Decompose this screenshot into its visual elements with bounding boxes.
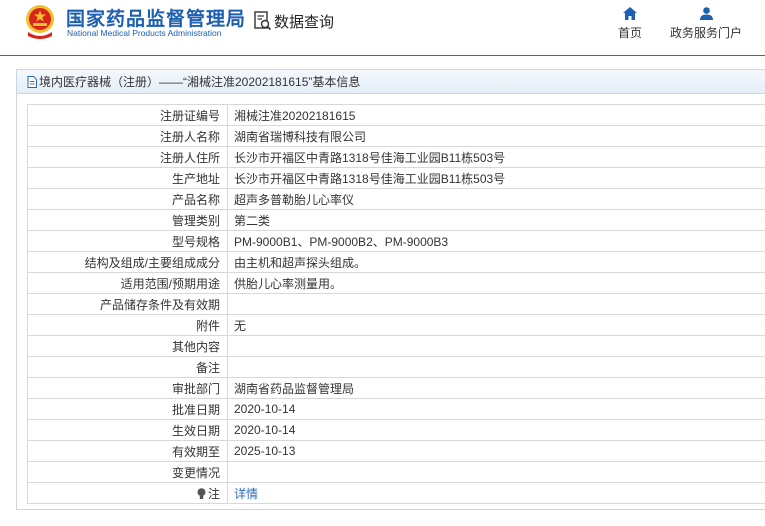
row-label: 审批部门	[27, 377, 228, 399]
row-value: PM-9000B1、PM-9000B2、PM-9000B3	[227, 230, 765, 252]
table-row: 审批部门 湖南省药品监督管理局	[27, 377, 765, 399]
row-value: 湘械注准20202181615	[227, 104, 765, 126]
info-table: 注册证编号 湘械注准20202181615 注册人名称 湖南省瑞博科技有限公司 注册人住…	[27, 104, 765, 504]
row-value: 2025-10-13	[227, 440, 765, 462]
home-icon	[623, 7, 637, 20]
row-value: 长沙市开福区中青路1318号佳海工业园B11栋503号	[227, 167, 765, 189]
table-row: 生产地址 长沙市开福区中青路1318号佳海工业园B11栋503号	[27, 167, 765, 189]
table-row: 型号规格 PM-9000B1、PM-9000B2、PM-9000B3	[27, 230, 765, 252]
row-label: 有效期至	[27, 440, 228, 462]
org-name-cn: 国家药品监督管理局	[66, 9, 247, 30]
row-value	[227, 293, 765, 315]
row-label: 生产地址	[27, 167, 228, 189]
row-value: 无	[227, 314, 765, 336]
document-icon	[27, 76, 37, 88]
nav-home[interactable]: 首页	[612, 7, 648, 41]
org-name-en: National Medical Products Administration	[67, 28, 222, 38]
row-label: 注册人名称	[27, 125, 228, 147]
note-label: 注	[27, 482, 228, 504]
panel-title-text: 境内医疗器械（注册）——“湘械注准20202181615”基本信息	[39, 75, 361, 89]
row-value: 第二类	[227, 209, 765, 231]
row-label: 批准日期	[27, 398, 228, 420]
row-label: 型号规格	[27, 230, 228, 252]
row-label: 产品储存条件及有效期	[27, 293, 228, 315]
table-row: 有效期至 2025-10-13	[27, 440, 765, 462]
row-label: 附件	[27, 314, 228, 336]
table-row: 管理类别 第二类	[27, 209, 765, 231]
row-value: 湖南省瑞博科技有限公司	[227, 125, 765, 147]
panel-title: 境内医疗器械（注册）——“湘械注准20202181615”基本信息	[17, 70, 765, 94]
site-header: 国家药品监督管理局 National Medical Products Admi…	[0, 0, 765, 56]
table-row: 产品储存条件及有效期	[27, 293, 765, 315]
table-row: 变更情况	[27, 461, 765, 483]
table-row: 适用范围/预期用途 供胎儿心率测量用。	[27, 272, 765, 294]
nav-service-portal-label: 政务服务门户	[669, 26, 742, 40]
table-row: 附件无	[27, 314, 765, 336]
row-value	[227, 356, 765, 378]
row-value: 供胎儿心率测量用。	[227, 272, 765, 294]
note-label-text: 注	[207, 486, 220, 501]
lightbulb-icon	[197, 487, 206, 499]
row-label: 备注	[27, 356, 228, 378]
row-label: 产品名称	[27, 188, 228, 210]
row-label: 生效日期	[27, 419, 228, 441]
national-emblem-icon	[26, 5, 54, 39]
row-label: 其他内容	[27, 335, 228, 357]
row-label: 注册证编号	[27, 104, 228, 126]
data-query-title: 数据查询	[274, 14, 335, 31]
details-link[interactable]: 详情	[234, 487, 258, 501]
table-row: 注册证编号 湘械注准20202181615	[27, 104, 765, 126]
info-panel: 境内医疗器械（注册）——“湘械注准20202181615”基本信息 注册证编号湘…	[16, 69, 765, 510]
nav-home-label: 首页	[617, 26, 642, 40]
row-value: 长沙市开福区中青路1318号佳海工业园B11栋503号	[227, 146, 765, 168]
row-label: 注册人住所	[27, 146, 228, 168]
note-value: 详情	[227, 482, 765, 504]
table-row: 产品名称 超声多普勒胎儿心率仪	[27, 188, 765, 210]
row-value: 2020-10-14	[227, 419, 765, 441]
user-icon	[699, 7, 713, 20]
table-row: 备注	[27, 356, 765, 378]
row-value: 湖南省药品监督管理局	[227, 377, 765, 399]
table-row: 生效日期 2020-10-14	[27, 419, 765, 441]
row-value: 超声多普勒胎儿心率仪	[227, 188, 765, 210]
table-row: 注册人名称 湖南省瑞博科技有限公司	[27, 125, 765, 147]
table-row: 其他内容	[27, 335, 765, 357]
table-row: 批准日期 2020-10-14	[27, 398, 765, 420]
note-row: 注 详情	[27, 482, 765, 504]
row-label: 变更情况	[27, 461, 228, 483]
row-value	[227, 335, 765, 357]
row-label: 结构及组成/主要组成成分	[27, 251, 228, 273]
row-value: 由主机和超声探头组成。	[227, 251, 765, 273]
row-value	[227, 461, 765, 483]
document-search-icon	[254, 11, 272, 31]
table-row: 结构及组成/主要组成成分 由主机和超声探头组成。	[27, 251, 765, 273]
row-label: 适用范围/预期用途	[27, 272, 228, 294]
nav-service-portal[interactable]: 政务服务门户	[666, 7, 746, 41]
row-label: 管理类别	[27, 209, 228, 231]
row-value: 2020-10-14	[227, 398, 765, 420]
table-row: 注册人住所 长沙市开福区中青路1318号佳海工业园B11栋503号	[27, 146, 765, 168]
